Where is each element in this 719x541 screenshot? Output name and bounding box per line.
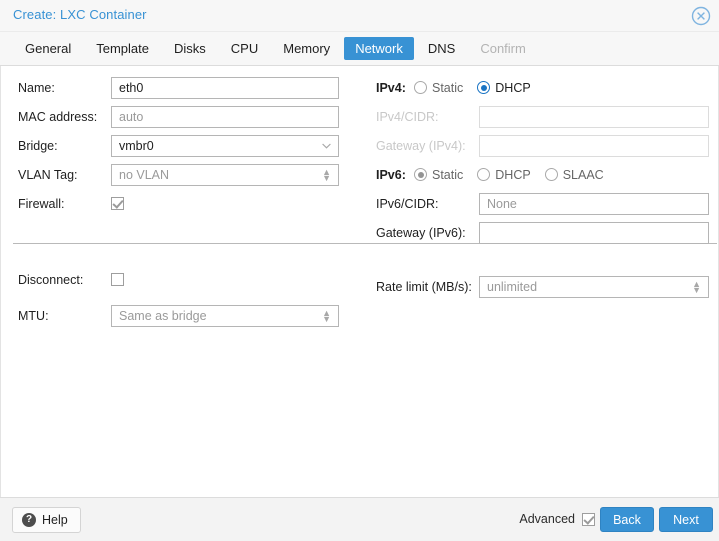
- firewall-checkbox[interactable]: [111, 197, 124, 210]
- mac-address-placeholder: auto: [119, 109, 144, 124]
- rate-limit-label: Rate limit (MB/s):: [376, 279, 472, 294]
- radio-unselected-icon: [544, 168, 558, 181]
- tab-cpu[interactable]: CPU: [220, 37, 269, 60]
- bridge-combobox[interactable]: vmbr0: [111, 134, 339, 157]
- ipv6-radio-dhcp[interactable]: DHCP: [477, 167, 531, 182]
- help-button[interactable]: ? Help: [12, 507, 81, 533]
- chevron-down-icon: [322, 136, 331, 156]
- firewall-label: Firewall:: [18, 196, 65, 211]
- rate-limit-placeholder: unlimited: [487, 279, 538, 294]
- disconnect-checkbox[interactable]: [111, 273, 124, 286]
- ipv4-radio-group: Static DHCP: [414, 81, 545, 95]
- dialog-titlebar: Create: LXC Container: [0, 0, 719, 32]
- field-row-vlan-tag: VLAN Tag: no VLAN ▲ ▼: [1, 160, 366, 189]
- field-row-ipv4-gateway: Gateway (IPv4):: [366, 131, 718, 160]
- form-column-right: IPv4: Static DHCP IPv4/CIDR: Gateway (IP…: [366, 66, 718, 301]
- name-input-value: eth0: [119, 80, 144, 95]
- ipv6-cidr-placeholder: None: [487, 196, 517, 211]
- field-row-rate-limit: Rate limit (MB/s): unlimited ▲ ▼: [366, 272, 718, 301]
- ipv6-cidr-input[interactable]: None: [479, 192, 709, 215]
- field-row-ipv6-cidr: IPv6/CIDR: None: [366, 189, 718, 218]
- firewall-checkbox-wrap: [111, 197, 124, 210]
- network-form-panel: Name: eth0 MAC address: auto Bridge: vmb…: [0, 66, 719, 497]
- tab-template[interactable]: Template: [85, 37, 160, 60]
- vlan-tag-label: VLAN Tag:: [18, 167, 78, 182]
- ipv4-gateway-label: Gateway (IPv4):: [376, 138, 466, 153]
- ipv4-radio-dhcp[interactable]: DHCP: [477, 80, 531, 95]
- mac-address-input[interactable]: auto: [111, 105, 339, 128]
- mtu-placeholder: Same as bridge: [119, 308, 207, 323]
- radio-unselected-icon: [414, 81, 427, 94]
- radio-unselected-icon: [477, 168, 491, 181]
- ipv4-dhcp-label: DHCP: [495, 80, 531, 95]
- name-input[interactable]: eth0: [111, 76, 339, 99]
- dialog-footer: ? Help Advanced Back Next: [0, 497, 719, 541]
- tab-dns[interactable]: DNS: [417, 37, 466, 60]
- ipv6-radio-slaac[interactable]: SLAAC: [544, 167, 604, 182]
- mac-address-label: MAC address:: [18, 109, 98, 124]
- ipv6-radio-group: Static DHCP SLAAC: [414, 168, 618, 182]
- name-label: Name:: [18, 80, 55, 95]
- ipv4-cidr-input: [479, 105, 709, 128]
- disconnect-label: Disconnect:: [18, 272, 84, 287]
- spinner-arrows-icon[interactable]: ▲ ▼: [322, 306, 331, 326]
- ipv4-radio-static[interactable]: Static: [414, 81, 463, 95]
- ipv6-radio-static[interactable]: Static: [414, 168, 463, 182]
- next-button[interactable]: Next: [659, 507, 713, 532]
- ipv6-gateway-label: Gateway (IPv6):: [376, 225, 466, 240]
- back-button[interactable]: Back: [600, 507, 654, 532]
- tab-confirm: Confirm: [480, 41, 526, 56]
- mtu-spinner[interactable]: Same as bridge ▲ ▼: [111, 304, 339, 327]
- ipv4-cidr-label: IPv4/CIDR:: [376, 109, 439, 124]
- bridge-value: vmbr0: [119, 138, 154, 153]
- ipv6-dhcp-label: DHCP: [495, 167, 531, 182]
- help-button-label: Help: [42, 513, 68, 527]
- advanced-label: Advanced: [519, 512, 575, 526]
- mtu-label: MTU:: [18, 308, 49, 323]
- form-column-left: Name: eth0 MAC address: auto Bridge: vmb…: [1, 66, 366, 330]
- create-lxc-container-dialog: Create: LXC Container General Template D…: [0, 0, 719, 541]
- radio-selected-icon: [414, 168, 427, 181]
- ipv6-label: IPv6:: [376, 167, 406, 182]
- question-mark-icon: ?: [22, 513, 36, 527]
- ipv6-slaac-label: SLAAC: [562, 167, 604, 182]
- advanced-checkbox[interactable]: [582, 512, 595, 526]
- field-row-mac-address: MAC address: auto: [1, 102, 366, 131]
- ipv4-label: IPv4:: [376, 80, 406, 95]
- tab-memory[interactable]: Memory: [272, 37, 341, 60]
- spinner-arrows-icon[interactable]: ▲ ▼: [322, 165, 331, 185]
- disconnect-checkbox-wrap: [111, 273, 124, 286]
- wizard-tabbar: General Template Disks CPU Memory Networ…: [0, 32, 719, 66]
- ipv4-gateway-input: [479, 134, 709, 157]
- dialog-title: Create: LXC Container: [13, 7, 147, 22]
- ipv4-static-label: Static: [432, 80, 464, 95]
- advanced-toggle[interactable]: Advanced: [519, 512, 595, 526]
- field-row-firewall: Firewall:: [1, 189, 366, 218]
- field-row-disconnect: Disconnect:: [1, 265, 366, 294]
- close-icon[interactable]: [691, 6, 711, 26]
- spinner-arrows-icon[interactable]: ▲ ▼: [692, 277, 701, 297]
- field-row-ipv4-cidr: IPv4/CIDR:: [366, 102, 718, 131]
- bridge-label: Bridge:: [18, 138, 58, 153]
- field-row-bridge: Bridge: vmbr0: [1, 131, 366, 160]
- field-row-name: Name: eth0: [1, 73, 366, 102]
- ipv6-gateway-input[interactable]: [479, 221, 709, 244]
- radio-selected-icon: [477, 81, 491, 94]
- field-row-ipv6-gateway: Gateway (IPv6):: [366, 218, 718, 247]
- vlan-tag-spinner[interactable]: no VLAN ▲ ▼: [111, 163, 339, 186]
- field-row-ipv4-mode: IPv4: Static DHCP: [366, 73, 718, 102]
- ipv6-static-label: Static: [432, 167, 464, 182]
- field-row-ipv6-mode: IPv6: Static DHCP SLAAC: [366, 160, 718, 189]
- tab-network[interactable]: Network: [344, 37, 414, 60]
- field-row-mtu: MTU: Same as bridge ▲ ▼: [1, 301, 366, 330]
- tab-general[interactable]: General: [14, 37, 82, 60]
- vlan-tag-placeholder: no VLAN: [119, 167, 170, 182]
- rate-limit-spinner[interactable]: unlimited ▲ ▼: [479, 275, 709, 298]
- tab-disks[interactable]: Disks: [163, 37, 217, 60]
- ipv6-cidr-label: IPv6/CIDR:: [376, 196, 439, 211]
